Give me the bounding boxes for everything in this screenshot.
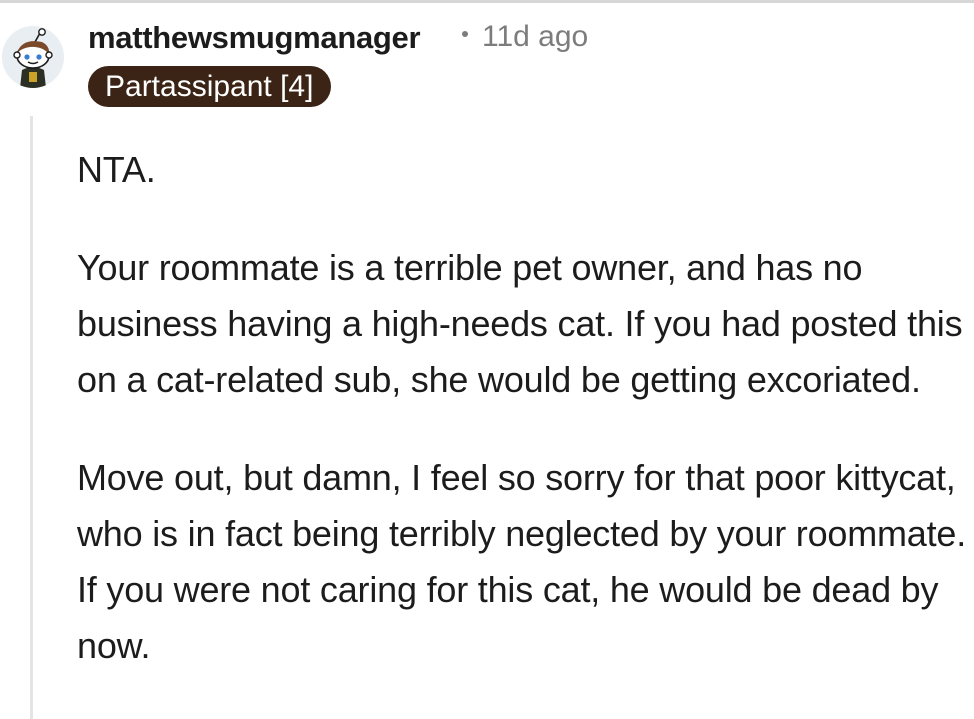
comment-paragraph: Move out, but damn, I feel so sorry for …	[77, 457, 967, 666]
comment-paragraph: Your roommate is a terrible pet owner, a…	[77, 247, 963, 400]
dot-separator-icon	[462, 31, 468, 38]
comment-timestamp: 11d ago	[482, 20, 589, 53]
snoo-avatar-icon	[2, 26, 64, 88]
thread-line[interactable]	[30, 116, 33, 719]
comment-author[interactable]: matthewsmugmanager	[88, 20, 421, 56]
comment: matthewsmugmanager 11d ago Partassipant …	[0, 0, 974, 719]
comment-paragraph: NTA.	[77, 149, 156, 190]
user-flair: Partassipant [4]	[88, 66, 332, 107]
user-avatar[interactable]	[2, 26, 64, 88]
comment-body: NTA. Your roommate is a terrible pet own…	[77, 142, 967, 716]
comment-meta: 11d ago	[462, 20, 588, 54]
